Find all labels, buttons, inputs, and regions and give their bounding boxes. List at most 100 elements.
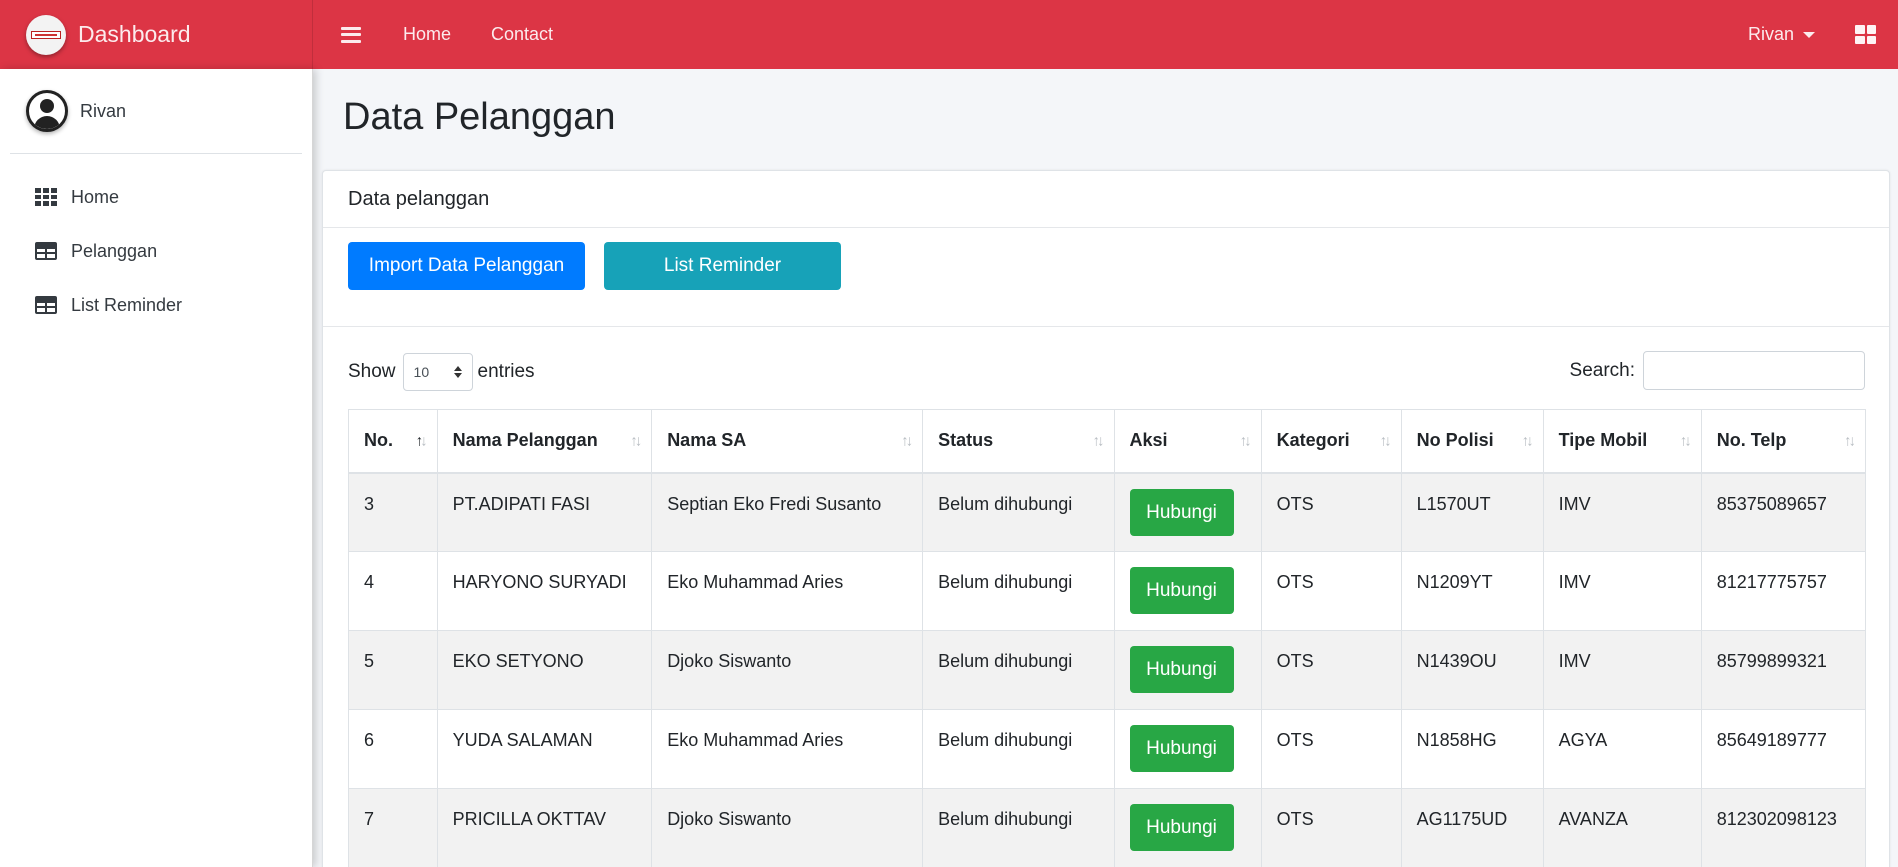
cell-no: 3 xyxy=(348,472,438,552)
table-row: 3 PT.ADIPATI FASI Septian Eko Fredi Susa… xyxy=(348,472,1867,552)
sidebar-item-home[interactable]: Home xyxy=(0,170,312,224)
user-avatar-icon xyxy=(26,90,68,132)
user-dropdown[interactable]: Rivan xyxy=(1748,24,1815,45)
sort-icon: ↑↓ xyxy=(1092,432,1105,450)
column-header-telp[interactable]: No. Telp ↑↓ xyxy=(1700,409,1867,474)
hubungi-button[interactable]: Hubungi xyxy=(1129,804,1234,851)
cell-telp: 812302098123 xyxy=(1700,788,1867,867)
entries-select[interactable]: 10 xyxy=(402,353,473,391)
sort-asc-icon: ↑↓ xyxy=(415,432,428,450)
table-row: 5 EKO SETYONO Djoko Siswanto Belum dihub… xyxy=(348,630,1867,710)
cell-no: 7 xyxy=(348,788,438,867)
caret-down-icon xyxy=(1803,31,1815,38)
brand-logo-icon xyxy=(26,14,66,55)
cell-sa: Eko Muhammad Aries xyxy=(651,709,924,789)
cell-polisi: N1439OU xyxy=(1400,630,1544,710)
cell-nama: HARYONO SURYADI xyxy=(436,551,653,631)
top-navbar: Dashboard Home Contact Rivan xyxy=(0,0,1898,69)
list-reminder-button[interactable]: List Reminder xyxy=(604,242,841,290)
sort-icon: ↑↓ xyxy=(901,432,913,450)
navbar-right: Rivan xyxy=(1748,0,1898,69)
brand-link[interactable]: Dashboard xyxy=(0,0,313,69)
column-header-status[interactable]: Status ↑↓ xyxy=(922,409,1115,474)
cell-nama: YUDA SALAMAN xyxy=(436,709,653,789)
column-header-kategori[interactable]: Kategori ↑↓ xyxy=(1260,409,1402,474)
cell-aksi: Hubungi xyxy=(1113,630,1262,710)
nav-home-link[interactable]: Home xyxy=(403,24,451,45)
sort-icon: ↑↓ xyxy=(1844,432,1856,450)
cell-telp: 81217775757 xyxy=(1700,551,1867,631)
control-sidebar-icon[interactable] xyxy=(1855,25,1876,44)
cell-telp: 85375089657 xyxy=(1700,472,1867,552)
sidebar: Rivan Home Pelanggan List Reminder xyxy=(0,69,313,867)
cell-telp: 85799899321 xyxy=(1700,630,1867,710)
cell-aksi: Hubungi xyxy=(1113,472,1262,552)
sort-icon: ↑↓ xyxy=(1379,432,1392,450)
table-search: Search: xyxy=(1570,351,1865,390)
cell-kategori: OTS xyxy=(1260,551,1402,631)
updown-arrows-icon xyxy=(453,366,462,378)
cell-no: 6 xyxy=(348,709,438,789)
cell-sa: Septian Eko Fredi Susanto xyxy=(651,472,924,552)
datatable-controls: Show 10 entries Search: xyxy=(323,327,1889,407)
brand-title: Dashboard xyxy=(78,21,191,47)
cell-status: Belum dihubungi xyxy=(922,788,1115,867)
cell-polisi: L1570UT xyxy=(1400,472,1544,552)
cell-polisi: N1858HG xyxy=(1400,709,1544,789)
menu-toggle-icon[interactable] xyxy=(341,26,361,43)
page-title: Data Pelanggan xyxy=(343,96,616,138)
cell-tipe: AGYA xyxy=(1542,709,1702,789)
cell-tipe: IMV xyxy=(1542,472,1702,552)
cell-no: 4 xyxy=(348,551,438,631)
column-header-aksi[interactable]: Aksi ↑↓ xyxy=(1113,409,1262,474)
cell-tipe: IMV xyxy=(1542,551,1702,631)
cell-sa: Djoko Siswanto xyxy=(651,630,924,710)
cell-aksi: Hubungi xyxy=(1113,788,1262,867)
sort-icon: ↑↓ xyxy=(1239,432,1252,450)
hubungi-button[interactable]: Hubungi xyxy=(1129,567,1234,614)
navbar-left: Home Contact xyxy=(313,0,573,69)
th-icon xyxy=(35,188,57,206)
entries-label: entries xyxy=(477,361,535,382)
column-header-tipe[interactable]: Tipe Mobil ↑↓ xyxy=(1542,409,1702,474)
column-header-sa[interactable]: Nama SA ↑↓ xyxy=(651,409,924,474)
sidebar-item-label: Home xyxy=(71,186,120,207)
table-icon xyxy=(35,296,57,314)
import-data-button[interactable]: Import Data Pelanggan xyxy=(348,242,585,290)
sidebar-menu: Home Pelanggan List Reminder xyxy=(0,170,312,332)
hubungi-button[interactable]: Hubungi xyxy=(1129,488,1234,536)
hubungi-button[interactable]: Hubungi xyxy=(1129,646,1234,693)
sidebar-item-label: Pelanggan xyxy=(71,240,158,261)
sidebar-user-panel[interactable]: Rivan xyxy=(10,69,302,154)
sort-icon: ↑↓ xyxy=(630,432,642,450)
nav-contact-link[interactable]: Contact xyxy=(491,24,553,45)
table-row: 6 YUDA SALAMAN Eko Muhammad Aries Belum … xyxy=(348,709,1867,789)
search-input[interactable] xyxy=(1643,351,1865,390)
cell-kategori: OTS xyxy=(1260,788,1402,867)
show-label: Show xyxy=(348,361,396,382)
cell-polisi: N1209YT xyxy=(1400,551,1544,631)
sidebar-item-label: List Reminder xyxy=(71,294,183,315)
column-header-nama[interactable]: Nama Pelanggan ↑↓ xyxy=(436,409,653,474)
cell-nama: EKO SETYONO xyxy=(436,630,653,710)
card-actions: Import Data Pelanggan List Reminder xyxy=(323,228,1889,327)
sort-icon: ↑↓ xyxy=(1521,432,1534,450)
card-title: Data pelanggan xyxy=(323,171,1889,228)
cell-kategori: OTS xyxy=(1260,709,1402,789)
cell-kategori: OTS xyxy=(1260,630,1402,710)
hubungi-button[interactable]: Hubungi xyxy=(1129,725,1234,772)
cell-status: Belum dihubungi xyxy=(922,709,1115,789)
cell-tipe: AVANZA xyxy=(1542,788,1702,867)
column-header-no[interactable]: No. ↑↓ xyxy=(348,409,438,474)
sidebar-item-list-reminder[interactable]: List Reminder xyxy=(0,278,312,332)
search-label: Search: xyxy=(1569,359,1635,381)
cell-nama: PRICILLA OKTTAV xyxy=(436,788,653,867)
cell-aksi: Hubungi xyxy=(1113,709,1262,789)
sidebar-item-pelanggan[interactable]: Pelanggan xyxy=(0,224,312,278)
table-header-row: No. ↑↓ Nama Pelanggan ↑↓ Nama SA ↑↓ Status ↑… xyxy=(348,409,1867,474)
table-row: 7 PRICILLA OKTTAV Djoko Siswanto Belum d… xyxy=(348,788,1867,867)
cell-status: Belum dihubungi xyxy=(922,472,1115,552)
cell-nama: PT.ADIPATI FASI xyxy=(436,472,653,552)
cell-status: Belum dihubungi xyxy=(922,630,1115,710)
column-header-polisi[interactable]: No Polisi ↑↓ xyxy=(1400,409,1544,474)
